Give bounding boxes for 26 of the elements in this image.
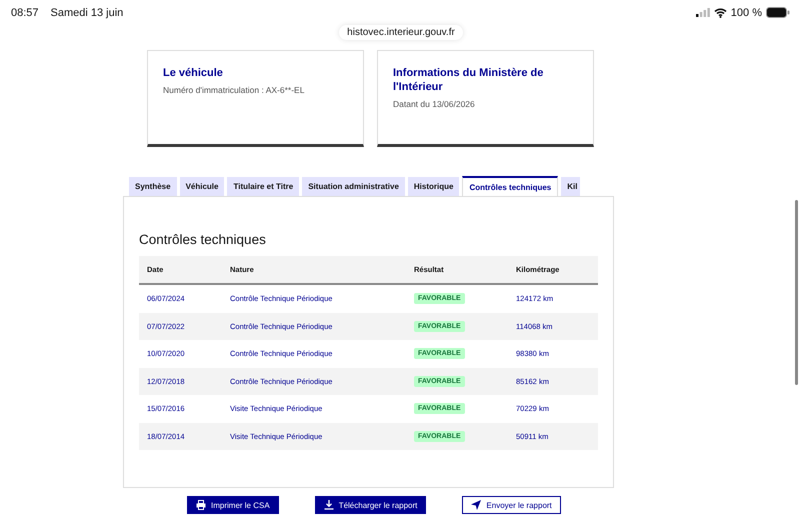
download-icon [324,500,334,510]
scrollbar[interactable] [795,200,798,385]
address-bar[interactable]: histovec.interieur.gouv.fr [339,25,463,40]
tab[interactable]: Véhicule [180,177,224,196]
battery-icon [766,7,790,18]
status-date: Samedi 13 juin [50,6,124,18]
status-time: 08:57 [11,6,39,18]
tab[interactable]: Situation administrative [302,177,405,196]
tab[interactable]: Contrôles techniques [462,176,558,196]
tab[interactable]: Synthèse [129,177,177,196]
card-title: Informations du Ministère de l'Intérieur [393,66,544,94]
battery-percentage: 100 % [730,6,762,18]
action-button[interactable]: Imprimer le CSA [187,496,279,514]
card-text: Datant du 13/06/2026 [393,99,476,109]
card-text: Numéro d'immatriculation : AX-6**-EL [163,85,306,95]
section-title: Contrôles techniques [139,232,267,247]
card-title: Le véhicule [163,66,224,80]
printer-icon [196,500,206,510]
tab[interactable]: Titulaire et Titre [227,177,300,196]
signal-icon [696,8,710,17]
tab[interactable]: Kil [561,177,580,196]
wifi-icon [714,8,727,18]
tab[interactable]: Historique [408,177,460,196]
send-icon [471,500,482,510]
action-button[interactable]: Envoyer le rapport [462,496,561,514]
action-button[interactable]: Télécharger le rapport [314,496,426,514]
